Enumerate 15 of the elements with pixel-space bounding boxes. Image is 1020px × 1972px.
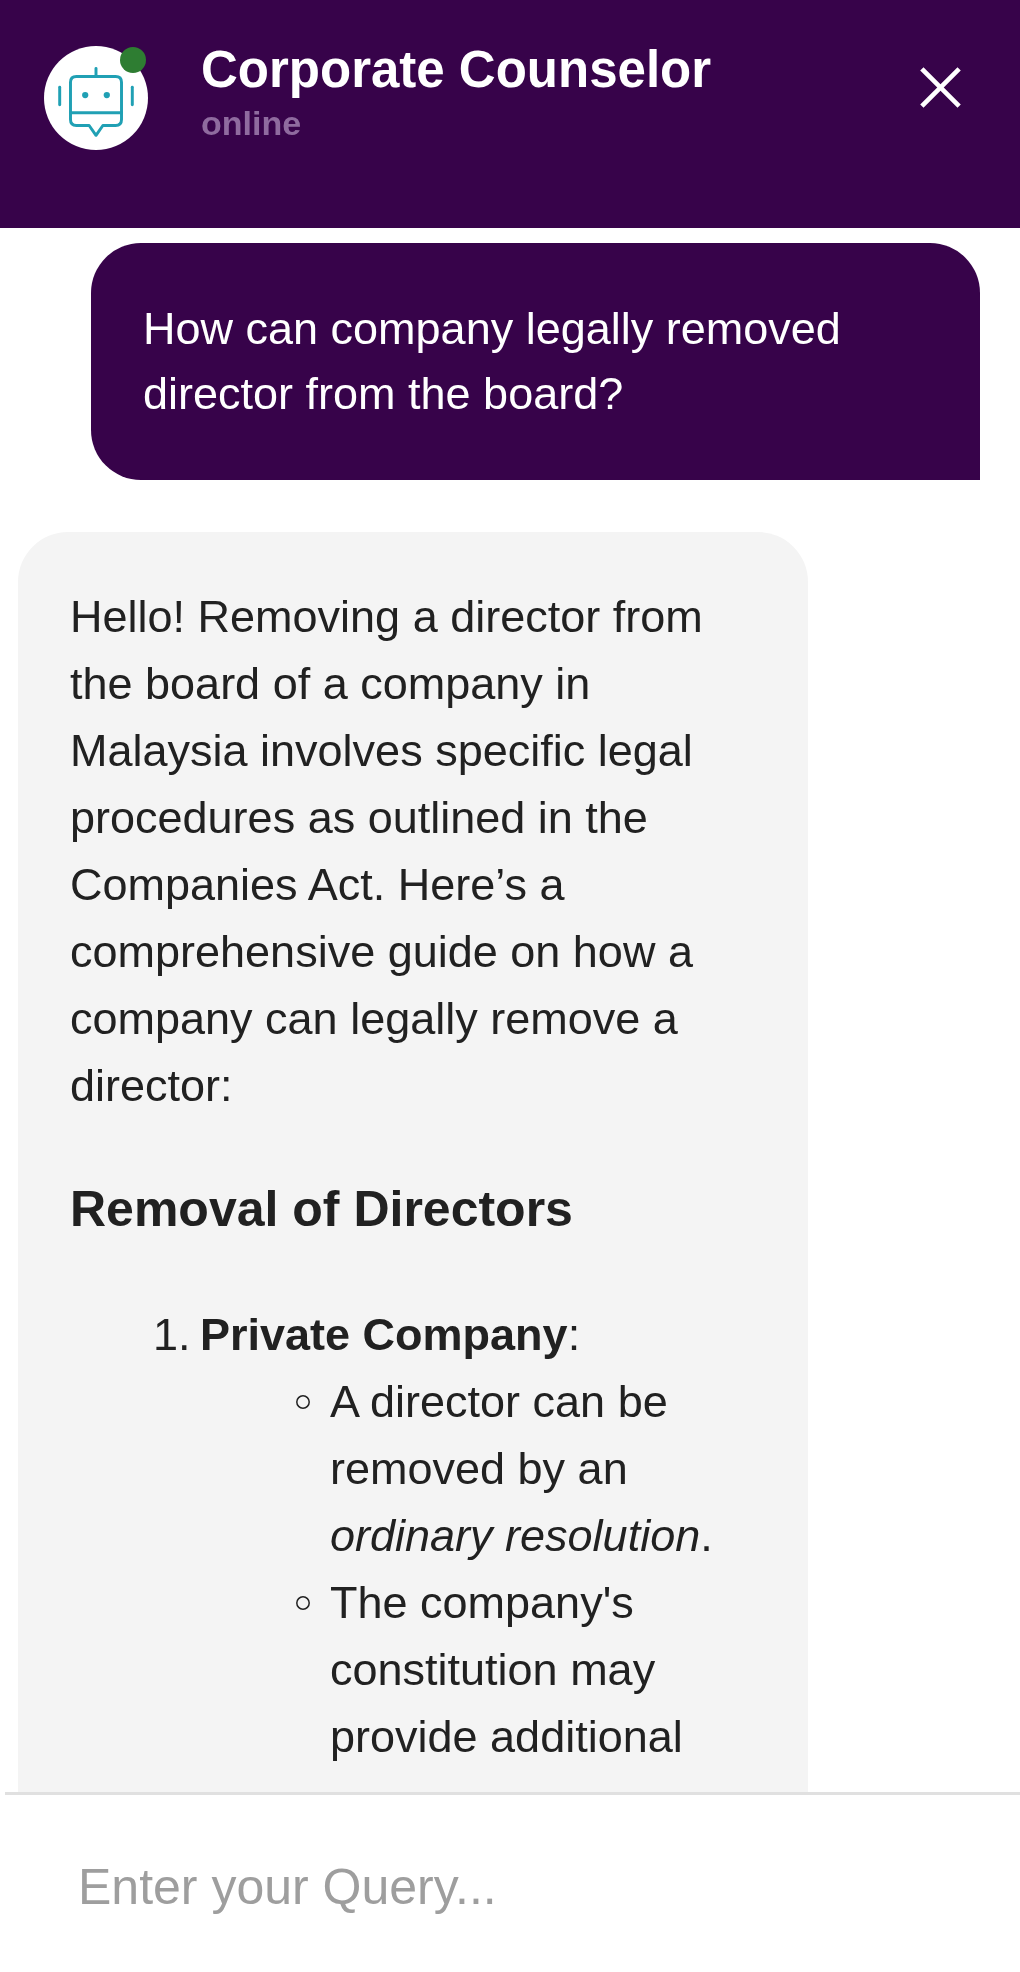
list-item-text: The company's constitution may provide additional bbox=[330, 1576, 684, 1764]
message-text: How can company legally removed director from the board? bbox=[143, 302, 842, 421]
chat-title: Corporate Counselor bbox=[201, 40, 713, 100]
status-text: online bbox=[201, 103, 303, 143]
list-number: 1. bbox=[153, 1308, 192, 1362]
query-input[interactable]: Enter your Query... bbox=[78, 1852, 958, 1922]
close-button[interactable] bbox=[920, 67, 961, 108]
robot-icon bbox=[44, 46, 148, 150]
bullet-icon bbox=[296, 1595, 310, 1610]
list-item-text: Private Company: bbox=[200, 1308, 582, 1362]
section-heading: Removal of Directors bbox=[70, 1180, 574, 1239]
bullet-icon bbox=[296, 1394, 310, 1409]
close-icon bbox=[920, 67, 961, 108]
message-paragraph: Hello! Removing a director from the board of a company in Malaysia involves specific legal procedures as outlined in the Companies Act. Here’s a comprehensive guide on how a company can legally remove a director: bbox=[70, 590, 704, 1113]
list-item-text: A director can be removed by an ordinary resolution. bbox=[330, 1375, 714, 1563]
